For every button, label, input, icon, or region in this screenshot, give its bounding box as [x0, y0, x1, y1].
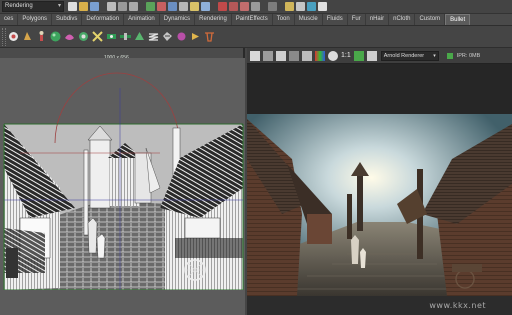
tab-ces[interactable]: ces	[0, 14, 19, 25]
tab-ncloth[interactable]: nCloth	[389, 14, 416, 25]
tab-animation[interactable]: Animation	[124, 14, 160, 25]
color-channel-icon[interactable]	[315, 50, 325, 61]
tab-muscle[interactable]: Muscle	[295, 14, 323, 25]
menu-set-label: Rendering	[5, 3, 33, 9]
mask-icon[interactable]	[157, 2, 166, 11]
snapshot-icon[interactable]	[302, 50, 312, 61]
history-icon[interactable]	[268, 2, 277, 11]
tab-fur[interactable]: Fur	[348, 14, 366, 25]
render-frame-icon[interactable]	[285, 2, 294, 11]
status-line-icons	[68, 2, 329, 11]
mask-icon[interactable]	[179, 2, 188, 11]
shelf-drag-handle[interactable]	[2, 27, 6, 46]
status-line: Rendering ▾	[0, 0, 512, 14]
ragdoll-icon[interactable]	[35, 30, 48, 43]
chevron-down-icon: ▾	[433, 52, 436, 59]
constraint-icon[interactable]	[91, 30, 104, 43]
ipr-render-icon[interactable]	[296, 2, 305, 11]
active-rigid-body-icon[interactable]	[21, 30, 34, 43]
keep-image-icon[interactable]	[353, 50, 364, 61]
snap-curve-icon[interactable]	[229, 2, 238, 11]
snap-point-icon[interactable]	[240, 2, 249, 11]
select-object-icon[interactable]	[118, 2, 127, 11]
hinge-icon[interactable]	[105, 30, 118, 43]
region-icon[interactable]	[289, 50, 299, 61]
shelf-icon-row	[0, 26, 512, 48]
renderer-label: Arnold Renderer	[383, 52, 425, 59]
tab-dynamics[interactable]: Dynamics	[160, 14, 196, 25]
maya-window: Rendering ▾ ces Polygons Subdivs Deforma…	[0, 0, 512, 315]
alpha-channel-icon[interactable]	[328, 50, 338, 61]
new-scene-icon[interactable]	[68, 2, 77, 11]
soft-body-icon[interactable]	[63, 30, 76, 43]
tab-toon[interactable]: Toon	[273, 14, 295, 25]
render-view-toolbar: 1:1 Arnold Renderer ▾ IPR: 0MB	[247, 48, 512, 64]
cone-twist-icon[interactable]	[133, 30, 146, 43]
tab-fluids[interactable]: Fluids	[323, 14, 348, 25]
shelf-tab-bar: ces Polygons Subdivs Deformation Animati…	[0, 14, 512, 26]
mask-icon[interactable]	[146, 2, 155, 11]
mask-icon[interactable]	[168, 2, 177, 11]
tab-deformation[interactable]: Deformation	[82, 14, 125, 25]
slider-constraint-icon[interactable]	[119, 30, 132, 43]
renderer-dropdown[interactable]: Arnold Renderer ▾	[380, 50, 439, 61]
mask-icon[interactable]	[201, 2, 210, 11]
select-hierarchy-icon[interactable]	[107, 2, 116, 11]
chevron-down-icon: ▾	[57, 3, 61, 9]
tab-painteffects[interactable]: PaintEffects	[232, 14, 273, 25]
render-settings-icon[interactable]	[307, 2, 316, 11]
delete-body-icon[interactable]	[203, 30, 216, 43]
tab-subdivs[interactable]: Subdivs	[52, 14, 83, 25]
ipr-status-icon	[446, 52, 453, 59]
hypershade-icon[interactable]	[318, 2, 327, 11]
mask-icon[interactable]	[190, 2, 199, 11]
tab-bullet[interactable]: Bullet	[445, 14, 471, 25]
open-scene-icon[interactable]	[79, 2, 88, 11]
cloth-body-icon[interactable]	[77, 30, 90, 43]
remove-image-icon[interactable]	[366, 50, 377, 61]
select-component-icon[interactable]	[129, 2, 138, 11]
sphere-body-icon[interactable]	[49, 30, 62, 43]
tab-custom[interactable]: Custom	[415, 14, 446, 25]
menu-set-dropdown[interactable]: Rendering ▾	[2, 1, 64, 12]
tab-nhair[interactable]: nHair	[366, 14, 390, 25]
rigid-body-icon[interactable]	[7, 30, 20, 43]
ipr-memory-label: IPR: 0MB	[456, 52, 481, 59]
zoom-ratio-label[interactable]: 1:1	[341, 52, 351, 59]
spring-icon[interactable]	[147, 30, 160, 43]
kinematic-icon[interactable]	[175, 30, 188, 43]
save-scene-icon[interactable]	[90, 2, 99, 11]
watermark-text: www.kkx.net	[429, 301, 486, 310]
tab-polygons[interactable]: Polygons	[18, 14, 53, 25]
rendered-image	[247, 64, 512, 315]
refresh-icon[interactable]	[276, 50, 286, 61]
perspective-viewport[interactable]: 1000 x 656	[0, 48, 245, 315]
render-view-panel: 1:1 Arnold Renderer ▾ IPR: 0MB www.kkx.n…	[247, 48, 512, 315]
fracture-icon[interactable]	[161, 30, 174, 43]
snap-plane-icon[interactable]	[251, 2, 260, 11]
bake-icon[interactable]	[189, 30, 202, 43]
render-icon[interactable]	[250, 50, 260, 61]
tab-rendering[interactable]: Rendering	[195, 14, 232, 25]
snap-grid-icon[interactable]	[218, 2, 227, 11]
ipr-icon[interactable]	[263, 50, 273, 61]
wireframe-scene	[0, 58, 245, 315]
